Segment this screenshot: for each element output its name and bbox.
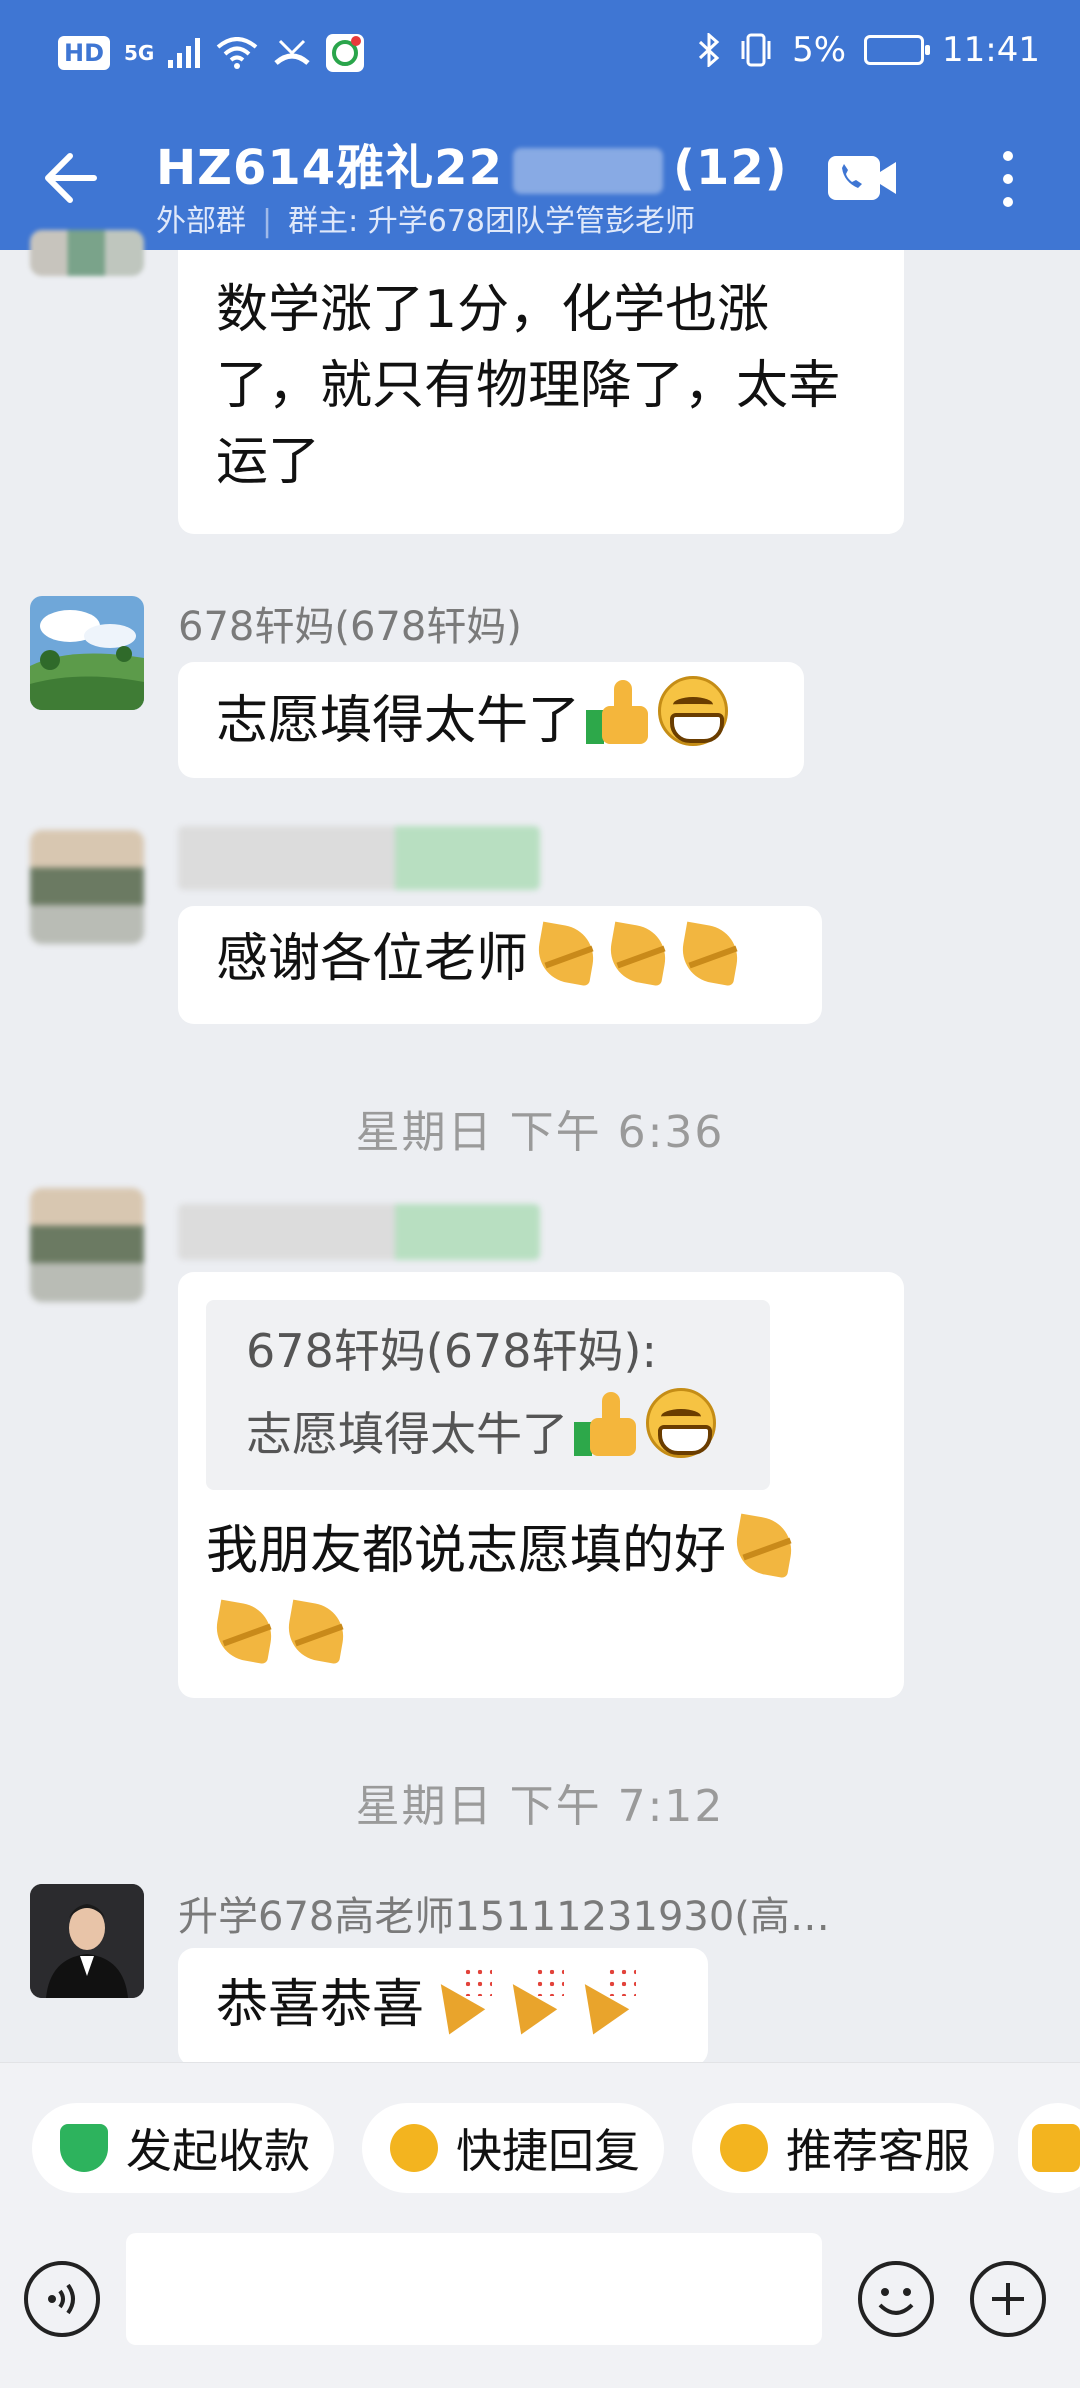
party-popper-icon: [428, 1962, 496, 2030]
chip-label: 快捷回复: [456, 2124, 640, 2178]
status-left: HD 5G: [58, 34, 365, 72]
quick-action-collect-payment[interactable]: 发起收款: [32, 2103, 334, 2193]
quoted-message[interactable]: 678轩妈(678轩妈): 志愿填得太牛了: [206, 1300, 770, 1490]
chip-label: 发起收款: [126, 2124, 310, 2178]
message-text: 数学涨了1分，化学也涨了，就只有物理降了，太幸运了: [216, 280, 841, 492]
pray-icon: [210, 1598, 278, 1662]
avatar[interactable]: [30, 1884, 144, 1998]
video-call-icon[interactable]: [826, 148, 898, 208]
message-text: 志愿填得太牛了: [216, 691, 581, 751]
message-bubble[interactable]: 恭喜恭喜: [178, 1948, 708, 2066]
avatar[interactable]: [30, 596, 144, 710]
message-bubble[interactable]: 志愿填得太牛了: [178, 662, 804, 778]
input-row: [0, 2233, 1080, 2373]
pray-icon: [730, 1512, 798, 1576]
status-right: 5% 11:41: [698, 30, 1040, 70]
party-popper-icon: [500, 1962, 568, 2030]
chat-subtitle: 外部群 | 群主: 升学678团队学管彭老师: [156, 204, 696, 239]
composer-area: 发起收款 快捷回复 推荐客服: [0, 2062, 1080, 2388]
pray-icon: [604, 920, 672, 984]
quote-author: 678轩妈(678轩妈):: [246, 1324, 657, 1378]
quote-text: 志愿填得太牛了: [246, 1407, 568, 1461]
message-bubble[interactable]: 数学涨了1分，化学也涨了，就只有物理降了，太幸运了: [178, 250, 904, 534]
message-text: 恭喜恭喜: [216, 1975, 425, 2035]
pray-icon: [532, 920, 600, 984]
signal-5g-label: 5G: [124, 41, 155, 65]
clock: 11:41: [942, 30, 1040, 70]
vibrate-icon: [741, 33, 771, 67]
document-icon: [1032, 2124, 1080, 2172]
message-input[interactable]: [126, 2233, 822, 2345]
message-text: 感谢各位老师: [216, 929, 529, 989]
battery-percent: 5%: [792, 30, 847, 70]
hd-badge: HD: [58, 36, 111, 70]
grin-icon: [658, 676, 729, 746]
back-arrow-icon[interactable]: [40, 148, 100, 208]
chat-title-name: HZ614雅礼22: [156, 140, 503, 196]
avatar[interactable]: [30, 1188, 144, 1302]
emoji-icon[interactable]: [856, 2259, 936, 2339]
service-chat-icon: [720, 2124, 768, 2172]
group-owner: 群主: 升学678团队学管彭老师: [288, 204, 696, 239]
pray-icon: [282, 1598, 350, 1662]
time-separator: 星期日 下午 7:12: [355, 1781, 725, 1832]
battery-icon: [864, 35, 931, 65]
landscape-avatar-image: [30, 596, 144, 710]
thumbs-up-icon: [584, 676, 654, 746]
sender-name: 678轩妈(678轩妈): [178, 604, 522, 650]
voice-icon[interactable]: [22, 2259, 102, 2339]
redacted-sender: [178, 1204, 540, 1260]
external-group-tag: 外部群: [156, 204, 246, 239]
reply-text-block: 我朋友都说志愿填的好: [206, 1508, 866, 1680]
avatar[interactable]: [30, 230, 144, 276]
signal-icon: [168, 38, 201, 68]
time-separator: 星期日 下午 6:36: [355, 1107, 725, 1158]
carrier-app-icon: [326, 34, 365, 72]
grin-icon: [646, 1388, 716, 1458]
redacted-sender: [178, 826, 540, 890]
bluetooth-icon: [699, 33, 720, 67]
quick-action-quick-reply[interactable]: 快捷回复: [362, 2103, 664, 2193]
chat-header: HD 5G 5% 11:41 HZ614雅礼22 (12) 外部群 | 群主: 升学6…: [0, 0, 1080, 250]
redacted-mask: [512, 148, 663, 194]
message-bubble[interactable]: 感谢各位老师: [178, 906, 822, 1024]
sender-name: 升学678高老师15111231930(高…: [178, 1894, 830, 1940]
avatar[interactable]: [30, 830, 144, 944]
plus-icon[interactable]: [968, 2259, 1048, 2339]
thumbs-up-icon: [572, 1388, 642, 1458]
chip-label: 推荐客服: [786, 2124, 970, 2178]
status-bar: HD 5G 5% 11:41: [0, 0, 1080, 110]
teacher-avatar-image: [30, 1884, 144, 1998]
pray-icon: [676, 920, 744, 984]
quick-reply-icon: [390, 2124, 438, 2172]
missed-call-icon: [274, 39, 311, 65]
more-icon[interactable]: [988, 144, 1028, 214]
member-count: (12): [672, 140, 788, 196]
chat-title: HZ614雅礼22 (12): [156, 128, 788, 198]
party-popper-icon: [572, 1962, 640, 2030]
quick-action-recommend-service[interactable]: 推荐客服: [692, 2103, 994, 2193]
shield-yen-icon: [60, 2124, 108, 2172]
wifi-icon: [217, 37, 258, 69]
reply-text: 我朋友都说志愿填的好: [206, 1521, 727, 1581]
quick-action-more[interactable]: [1018, 2103, 1080, 2193]
quote-text-row: 志愿填得太牛了: [246, 1388, 730, 1471]
